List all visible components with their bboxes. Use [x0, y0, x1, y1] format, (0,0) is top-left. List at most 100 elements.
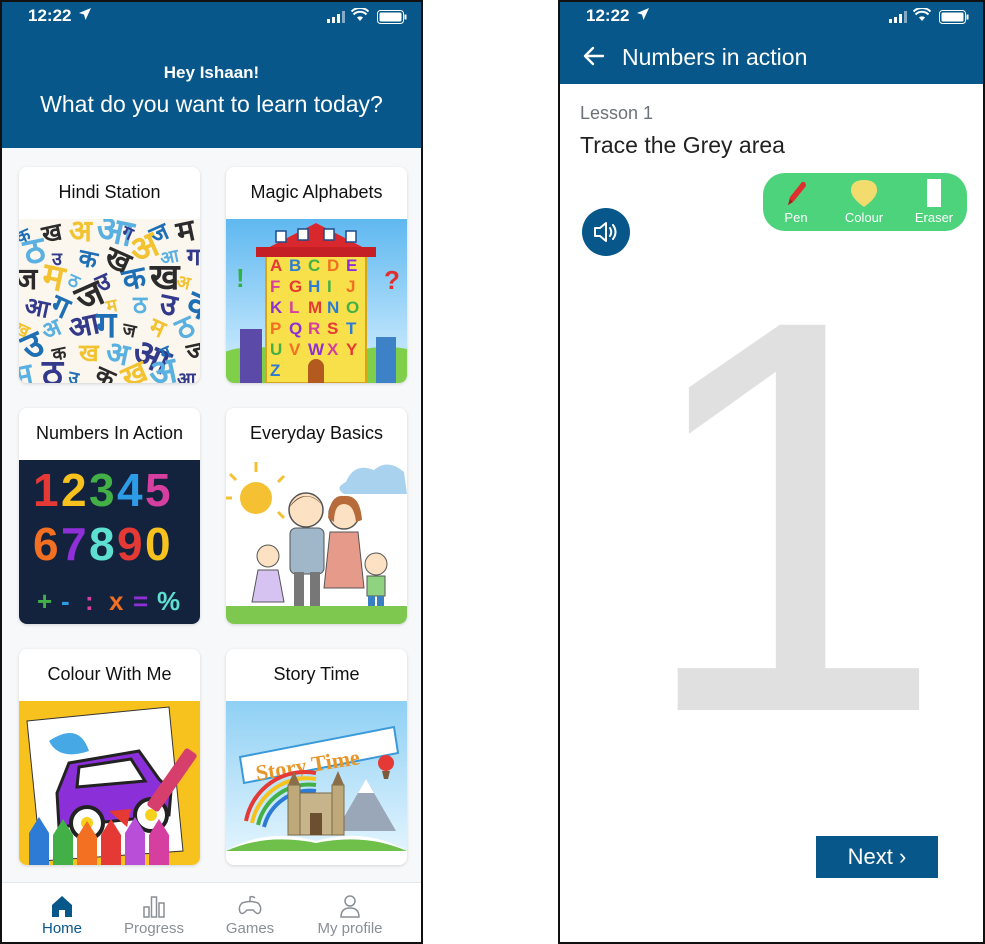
- card-hindi-station[interactable]: Hindi Station कखअआगजमठउकखअआगजमठउकखअआगजमठ…: [19, 167, 200, 383]
- number-glyph: +: [37, 586, 52, 616]
- alphabet-letter: P: [270, 319, 281, 338]
- sound-button[interactable]: [582, 208, 630, 256]
- alphabet-letter: I: [327, 277, 332, 296]
- alphabet-letter: Q: [289, 319, 302, 338]
- bottom-tab-bar: Home Progress Games My profile: [2, 882, 421, 942]
- alphabet-letter: K: [270, 298, 283, 317]
- alphabet-letter: U: [270, 340, 282, 359]
- number-glyph: -: [61, 586, 70, 616]
- lesson-instruction: Trace the Grey area: [580, 132, 785, 158]
- hindi-glyph: ग: [186, 243, 200, 271]
- card-story-time[interactable]: Story Time Story Time: [226, 649, 407, 865]
- hindi-glyph: आ: [177, 369, 196, 383]
- alphabet-letter: F: [270, 277, 280, 296]
- number-glyph: %: [157, 586, 180, 616]
- number-glyph: 4: [117, 464, 143, 516]
- card-title: Numbers In Action: [35, 423, 184, 443]
- alphabet-letter: R: [308, 319, 320, 338]
- car-coloring-image: [19, 701, 200, 865]
- trace-area-digit[interactable]: 1: [635, 216, 946, 816]
- hindi-glyph: ख: [78, 339, 100, 367]
- number-glyph: 5: [145, 464, 171, 516]
- story-book-image: Story Time: [226, 701, 407, 865]
- hindi-glyph: ठ: [41, 353, 65, 383]
- lesson-number: Lesson 1: [580, 103, 654, 123]
- card-everyday-basics[interactable]: Everyday Basics: [226, 408, 407, 624]
- colorful-numbers-image: 1 2 3 4 5 6 7 8 9 0 + -: x =%: [19, 460, 200, 624]
- number-glyph: 9: [117, 518, 143, 570]
- number-glyph: 7: [61, 518, 87, 570]
- wifi-icon: [913, 8, 931, 21]
- alphabet-letter: B: [289, 256, 301, 275]
- tab-label: My profile: [317, 920, 383, 937]
- number-glyph: 0: [145, 518, 171, 570]
- alphabet-letter: C: [308, 256, 320, 275]
- bar-chart-icon: [143, 896, 165, 918]
- hindi-glyph: ठ: [132, 291, 148, 319]
- number-glyph: 3: [89, 464, 115, 516]
- alphabet-letter: M: [308, 298, 322, 317]
- card-title: Everyday Basics: [249, 423, 384, 443]
- alphabet-letter: G: [289, 277, 302, 296]
- lesson-title: Numbers in action: [622, 44, 808, 70]
- learn-question: What do you want to learn today?: [40, 91, 383, 117]
- home-icon: [52, 896, 72, 917]
- number-glyph: :: [85, 586, 94, 616]
- number-glyph: 6: [33, 518, 59, 570]
- battery-icon: [377, 10, 407, 24]
- person-icon: [340, 895, 360, 918]
- tab-label: Games: [225, 920, 275, 937]
- gamepad-icon: [238, 895, 262, 915]
- speaker-icon: [594, 222, 617, 242]
- lesson-screen: 12:22 Numbers in action Lesson 1 Trace t…: [558, 0, 985, 944]
- alphabet-building-image: ABCDE FGHIJ KLMNO PQRST UVWXY Z ! ?: [226, 219, 407, 383]
- hindi-letters-image: कखअआगजमठउकखअआगजमठउकखअआगजमठउकखअआगजमठउकखअआ…: [19, 219, 200, 383]
- alphabet-letter: W: [308, 340, 325, 359]
- status-bar: 12:22: [2, 2, 421, 30]
- canvas: 12:22 Hey Ishaan! What do you want to le…: [0, 0, 985, 944]
- number-glyph: 1: [33, 464, 59, 516]
- card-title: Hindi Station: [58, 182, 161, 202]
- greeting: Hey Ishaan!: [163, 63, 260, 82]
- alphabet-letter: T: [346, 319, 357, 338]
- card-title: Magic Alphabets: [250, 182, 383, 202]
- alphabet-letter: Y: [346, 340, 358, 359]
- card-magic-alphabets[interactable]: Magic Alphabets A B C D E F G H I J K L …: [226, 167, 407, 383]
- lesson-app-bar: Numbers in action: [560, 30, 983, 84]
- alphabet-letter: E: [346, 256, 357, 275]
- battery-icon: [939, 10, 969, 24]
- number-glyph: =: [133, 586, 148, 616]
- card-title: Colour With Me: [47, 664, 172, 684]
- alphabet-letter: H: [308, 277, 320, 296]
- tab-label: Progress: [123, 920, 185, 937]
- number-glyph: 2: [61, 464, 87, 516]
- alphabet-letter: V: [289, 340, 301, 359]
- signal-icon: [327, 11, 345, 23]
- alphabet-letter: J: [346, 277, 355, 296]
- tab-home[interactable]: Home: [12, 883, 112, 942]
- category-grid: Hindi Station कखअआगजमठउकखअआगजमठउकखअआगजमठ…: [2, 148, 421, 882]
- svg-text:!: !: [236, 263, 245, 293]
- svg-text:?: ?: [384, 265, 400, 295]
- card-colour-with-me[interactable]: Colour With Me: [19, 649, 200, 865]
- family-drawing-image: [226, 460, 407, 624]
- status-bar: 12:22: [560, 2, 983, 30]
- location-arrow-icon: [637, 8, 649, 20]
- tab-my-profile[interactable]: My profile: [300, 883, 400, 942]
- status-time: 12:22: [586, 6, 630, 25]
- alphabet-letter: D: [327, 256, 339, 275]
- signal-icon: [889, 11, 907, 23]
- back-arrow-icon[interactable]: [582, 44, 606, 68]
- alphabet-letter: S: [327, 319, 338, 338]
- number-glyph: x: [109, 586, 124, 616]
- next-button[interactable]: Next ›: [816, 836, 938, 878]
- tab-games[interactable]: Games: [200, 883, 300, 942]
- location-arrow-icon: [79, 8, 91, 20]
- card-numbers-in-action[interactable]: Numbers In Action 1 2 3 4 5 6 7 8 9 0 + -: x =%: [19, 408, 200, 624]
- status-time: 12:22: [28, 6, 72, 25]
- home-screen: 12:22 Hey Ishaan! What do you want to le…: [0, 0, 423, 944]
- alphabet-letter: O: [346, 298, 359, 317]
- tab-progress[interactable]: Progress: [104, 883, 204, 942]
- wifi-icon: [351, 8, 369, 21]
- alphabet-letter: Z: [270, 361, 280, 380]
